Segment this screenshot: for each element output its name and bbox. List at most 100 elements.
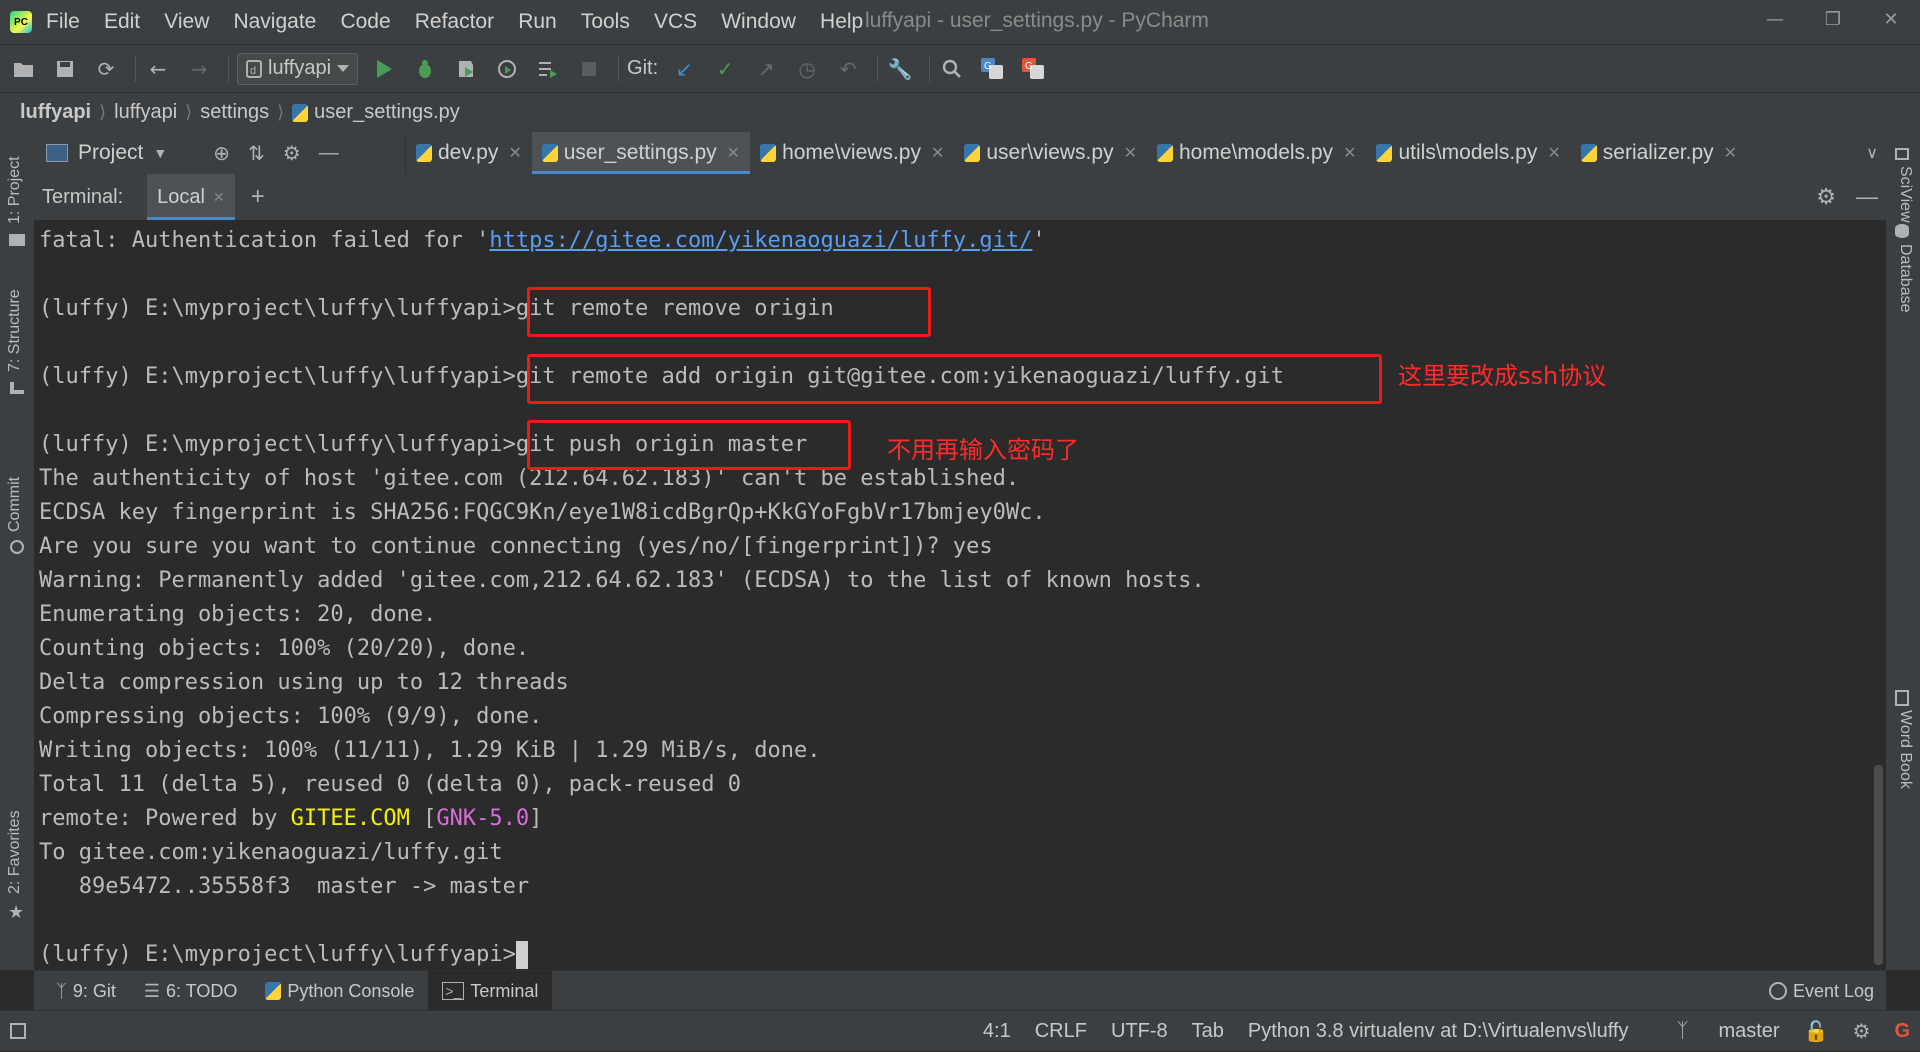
terminal-tab-local[interactable]: Local ✕ — [147, 174, 235, 220]
sidebar-item-structure[interactable]: 7: Structure — [6, 289, 24, 372]
status-line-separator[interactable]: CRLF — [1035, 1020, 1087, 1043]
status-git-branch[interactable]: ᛉ master — [1652, 1020, 1779, 1043]
coverage-icon[interactable] — [452, 55, 480, 83]
gear-icon[interactable]: ⚙ — [1816, 184, 1836, 210]
menu-file[interactable]: File — [46, 10, 80, 33]
tab-list-chevron-icon[interactable]: ∨ — [1866, 143, 1878, 163]
terminal-text: [ — [409, 806, 437, 831]
minimize-icon[interactable]: — — [1746, 0, 1804, 40]
close-icon[interactable]: ✕ — [931, 143, 944, 163]
sidebar-item-commit[interactable]: Commit — [6, 477, 24, 532]
collapse-icon[interactable]: ⇅ — [248, 141, 265, 166]
run-icon[interactable] — [370, 55, 398, 83]
history-icon[interactable]: ◷ — [793, 55, 821, 83]
menu-navigate[interactable]: Navigate — [233, 10, 316, 33]
search-icon[interactable] — [938, 55, 966, 83]
run-configuration-select[interactable]: d luffyapi — [237, 52, 359, 85]
profile-icon[interactable] — [493, 55, 521, 83]
stop-icon[interactable] — [575, 55, 603, 83]
menu-view[interactable]: View — [164, 10, 209, 33]
tool-window-python-console[interactable]: Python Console — [251, 971, 428, 1011]
sidebar-item-project[interactable]: 1: Project — [6, 156, 24, 224]
book-icon — [1895, 690, 1909, 706]
menu-refactor[interactable]: Refactor — [415, 10, 494, 33]
breadcrumb-project[interactable]: luffyapi — [20, 101, 91, 124]
tab-utils-models-py[interactable]: utils\models.py ✕ — [1366, 132, 1570, 174]
close-icon[interactable]: ✕ — [1862, 0, 1920, 40]
menu-run[interactable]: Run — [518, 10, 557, 33]
translate-icon[interactable]: G — [979, 55, 1007, 83]
open-folder-icon[interactable] — [10, 55, 38, 83]
project-view-label[interactable]: Project — [78, 141, 143, 165]
close-icon[interactable]: ✕ — [1547, 143, 1560, 163]
breadcrumb-file[interactable]: user_settings.py — [314, 101, 460, 124]
scrollbar-thumb[interactable] — [1874, 765, 1883, 965]
locate-icon[interactable]: ⊕ — [213, 141, 230, 166]
project-view-header: Project ▼ ⊕ ⇅ ⚙ — — [34, 132, 406, 174]
tab-serializer-py[interactable]: serializer.py ✕ — [1571, 132, 1747, 174]
close-icon[interactable]: ✕ — [213, 189, 225, 206]
terminal-link[interactable]: https://gitee.com/yikenaoguazi/luffy.git… — [489, 228, 1032, 253]
breadcrumb-folder[interactable]: settings — [200, 101, 269, 124]
menu-help[interactable]: Help — [820, 10, 863, 33]
wrench-icon[interactable]: 🔧 — [886, 55, 914, 83]
sync-icon[interactable]: ⟳ — [92, 55, 120, 83]
highlight-box-push-origin — [527, 420, 851, 470]
terminal-line: fatal: Authentication failed for 'https:… — [39, 224, 1870, 258]
rollback-icon[interactable]: ↶ — [834, 55, 862, 83]
close-icon[interactable]: ✕ — [727, 143, 740, 163]
breadcrumb-package[interactable]: luffyapi — [114, 101, 177, 124]
close-icon[interactable]: ✕ — [1124, 143, 1137, 163]
terminal-line: (luffy) E:\myproject\luffy\luffyapi>git … — [39, 292, 1870, 326]
status-interpreter[interactable]: Python 3.8 virtualenv at D:\Virtualenvs\… — [1248, 1020, 1629, 1043]
back-icon[interactable]: ← — [144, 55, 172, 83]
tool-window-todo[interactable]: ☰ 6: TODO — [130, 971, 252, 1011]
status-indent[interactable]: Tab — [1192, 1020, 1224, 1043]
run-with-concurrency-icon[interactable] — [534, 55, 562, 83]
forward-icon[interactable]: → — [185, 55, 213, 83]
terminal-line: To gitee.com:yikenaoguazi/luffy.git — [39, 840, 503, 865]
inspector-icon[interactable]: ⚙ — [1853, 1019, 1871, 1044]
close-icon[interactable]: ✕ — [1724, 143, 1737, 163]
tab-user-views-py[interactable]: user\views.py ✕ — [954, 132, 1147, 174]
tab-home-models-py[interactable]: home\models.py ✕ — [1147, 132, 1366, 174]
tool-window-git[interactable]: ᛉ 9: Git — [42, 971, 130, 1011]
terminal-scrollbar[interactable] — [1870, 220, 1886, 968]
event-log-button[interactable]: Event Log — [1768, 981, 1874, 1002]
python-file-icon — [964, 144, 981, 162]
google-icon[interactable]: G — [1894, 1020, 1910, 1043]
menu-vcs[interactable]: VCS — [654, 10, 697, 33]
menu-tools[interactable]: Tools — [581, 10, 630, 33]
menu-edit[interactable]: Edit — [104, 10, 140, 33]
menu-code[interactable]: Code — [340, 10, 390, 33]
menu-window[interactable]: Window — [721, 10, 796, 33]
git-push-icon[interactable]: ↗ — [752, 55, 780, 83]
sidebar-item-sciview[interactable]: SciView — [1896, 166, 1914, 223]
hide-icon[interactable]: — — [1856, 184, 1878, 210]
gear-icon[interactable]: ⚙ — [283, 141, 301, 166]
tab-user-settings-py[interactable]: user_settings.py ✕ — [531, 132, 751, 174]
list-icon: ☰ — [143, 980, 160, 1001]
close-icon[interactable]: ✕ — [508, 143, 521, 163]
terminal-output[interactable]: fatal: Authentication failed for 'https:… — [34, 220, 1870, 969]
restore-icon[interactable]: ❐ — [1804, 0, 1862, 40]
close-icon[interactable]: ✕ — [1343, 143, 1356, 163]
status-encoding[interactable]: UTF-8 — [1111, 1020, 1168, 1043]
new-terminal-plus-icon[interactable]: + — [251, 183, 265, 211]
git-commit-icon[interactable]: ✓ — [711, 55, 739, 83]
tab-dev-py[interactable]: dev.py ✕ — [406, 132, 532, 174]
hide-icon[interactable]: — — [319, 142, 339, 165]
debug-icon[interactable] — [411, 55, 439, 83]
sidebar-item-word-book[interactable]: Word Book — [1896, 710, 1914, 789]
tool-window-terminal[interactable]: >_ Terminal — [428, 971, 553, 1011]
chevron-down-icon[interactable]: ▼ — [153, 145, 167, 161]
sidebar-item-favorites[interactable]: 2: Favorites — [6, 810, 24, 894]
layout-toggle-icon[interactable] — [10, 1023, 26, 1039]
lock-icon[interactable]: 🔓 — [1804, 1019, 1829, 1044]
translate-alt-icon[interactable]: G — [1020, 55, 1048, 83]
sidebar-item-database[interactable]: Database — [1896, 244, 1914, 313]
save-icon[interactable] — [51, 55, 79, 83]
tab-home-views-py[interactable]: home\views.py ✕ — [750, 132, 954, 174]
status-caret-position[interactable]: 4:1 — [983, 1020, 1011, 1043]
git-update-icon[interactable]: ↙ — [670, 55, 698, 83]
